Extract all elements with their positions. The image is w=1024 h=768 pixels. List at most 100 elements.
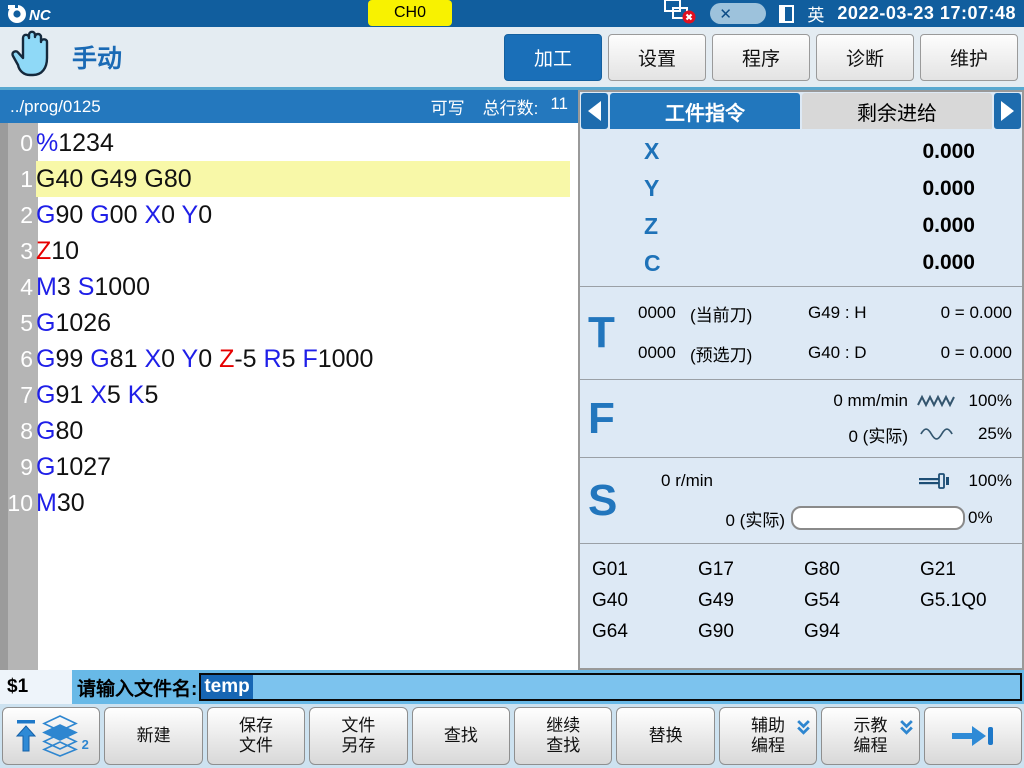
tool-row-preselect: 0000 (预选刀) G40 : D 0 = 0.000 <box>580 341 1022 366</box>
status-panel: 工件指令 剩余进给 X0.000Y0.000Z0.000C0.000 T 000… <box>578 90 1024 670</box>
editor-line[interactable]: 4M3 S1000 <box>0 269 578 305</box>
panel-prev-button[interactable] <box>581 93 608 129</box>
spindle-command-value: 0 r/min <box>580 471 914 491</box>
editor-line[interactable]: 2G90 G00 X0 Y0 <box>0 197 578 233</box>
cnc-hmi-screen: NC CH0 ✕ 英 2022-03-23 17:07:48 <box>0 0 1024 768</box>
top-status-bar: NC CH0 ✕ 英 2022-03-23 17:07:48 <box>0 0 1024 27</box>
manual-mode-hand-icon <box>10 28 58 87</box>
toolbar-nav-button[interactable]: 2 <box>2 707 100 765</box>
editor-line[interactable]: 10M30 <box>0 485 578 521</box>
toolbar-next-button[interactable] <box>924 707 1022 765</box>
line-number: 8 <box>0 418 36 445</box>
toolbar-button-label: 辅助编程 <box>751 716 785 756</box>
network-error-icon <box>663 0 697 29</box>
writable-status: 可写 <box>431 94 465 119</box>
tab-settings[interactable]: 设置 <box>608 34 706 81</box>
line-number: 5 <box>0 310 36 337</box>
line-code: G91 X5 K5 <box>36 377 570 413</box>
system-datetime: 2022-03-23 17:07:48 <box>837 3 1016 24</box>
gcode-cell: G54 <box>804 590 920 612</box>
input-method-toggle[interactable]: ✕ <box>710 3 766 24</box>
mode-header: 手动 加工设置程序诊断维护 <box>0 27 1024 90</box>
editor-line[interactable]: 5G1026 <box>0 305 578 341</box>
tab-maintenance[interactable]: 维护 <box>920 34 1018 81</box>
tab-program[interactable]: 程序 <box>712 34 810 81</box>
line-number: 1 <box>0 166 36 193</box>
toolbar-button-label: 替换 <box>649 726 683 746</box>
editor-line[interactable]: 0%1234 <box>0 125 578 161</box>
system-channel-label: $1 <box>0 676 72 698</box>
length-comp-value: 0 = 0.000 <box>941 303 1022 323</box>
tab-diagnosis[interactable]: 诊断 <box>816 34 914 81</box>
find-button[interactable]: 查找 <box>412 707 510 765</box>
editor-line[interactable]: 3Z10 <box>0 233 578 269</box>
axis-value: 0.000 <box>922 214 1022 238</box>
toolbar-button-label: 新建 <box>137 726 171 746</box>
toolbar-button-label: 保存文件 <box>239 716 273 756</box>
line-number: 2 <box>0 202 36 229</box>
new-file-button[interactable]: 新建 <box>104 707 202 765</box>
command-input-bar: $1 请输入文件名: temp <box>0 670 1024 704</box>
toolbar-button-label: 示教编程 <box>853 716 887 756</box>
gcode-cell: G5.1Q0 <box>920 590 1022 612</box>
editor-line[interactable]: 9G1027 <box>0 449 578 485</box>
arrow-right-bar-icon <box>949 723 997 749</box>
aux-programming-button[interactable]: 辅助编程 <box>719 707 817 765</box>
line-code: M30 <box>36 485 570 521</box>
filename-input[interactable]: temp <box>199 673 1022 701</box>
line-code: Z10 <box>36 233 570 269</box>
tool-letter: T <box>588 311 615 355</box>
line-code: G40 G49 G80 <box>36 161 570 197</box>
save-as-button[interactable]: 文件另存 <box>309 707 407 765</box>
panel-tab-workpiece-command[interactable]: 工件指令 <box>610 93 800 129</box>
tab-machining[interactable]: 加工 <box>504 34 602 81</box>
channel-badge[interactable]: CH0 <box>368 0 452 26</box>
spindle-override: 100% <box>960 471 1022 491</box>
line-code: G80 <box>36 413 570 449</box>
line-code: G90 G00 X0 Y0 <box>36 197 570 233</box>
tool-row-current: 0000 (当前刀) G49 : H 0 = 0.000 <box>580 301 1022 326</box>
line-number: 10 <box>0 490 36 517</box>
filename-input-value: temp <box>201 675 252 699</box>
toolbar-button-label: 文件另存 <box>341 716 375 756</box>
gcode-cell: G90 <box>698 621 804 643</box>
save-file-button[interactable]: 保存文件 <box>207 707 305 765</box>
editor-line[interactable]: 6G99 G81 X0 Y0 Z-5 R5 F1000 <box>0 341 578 377</box>
gcode-cell: G17 <box>698 559 804 581</box>
program-editor: ../prog/0125 可写 总行数: 11 0%12341G40 G49 G… <box>0 90 578 670</box>
gcode-cell: G64 <box>592 621 698 643</box>
line-number: 9 <box>0 454 36 481</box>
gcode-cell: G40 <box>592 590 698 612</box>
editor-line[interactable]: 7G91 X5 K5 <box>0 377 578 413</box>
line-number: 3 <box>0 238 36 265</box>
axis-row-y: Y0.000 <box>580 175 1022 202</box>
current-tool-label: (当前刀) <box>690 301 808 326</box>
rapid-wave-icon <box>914 393 960 409</box>
mode-label: 手动 <box>72 39 122 75</box>
find-next-button[interactable]: 继续查找 <box>514 707 612 765</box>
editor-lines: 0%12341G40 G49 G802G90 G00 X0 Y03Z104M3 … <box>0 125 578 521</box>
feed-actual-value: 0 (实际) <box>580 422 914 447</box>
teach-programming-button[interactable]: 示教编程 <box>821 707 919 765</box>
spindle-letter: S <box>588 479 617 523</box>
feed-wave-icon <box>914 427 960 441</box>
panel-next-button[interactable] <box>994 93 1021 129</box>
replace-button[interactable]: 替换 <box>616 707 714 765</box>
editor-line[interactable]: 1G40 G49 G80 <box>0 161 578 197</box>
line-count-label: 总行数: <box>483 94 539 119</box>
line-number: 0 <box>0 130 36 157</box>
gcode-cell: G21 <box>920 559 1022 581</box>
language-indicator[interactable]: 英 <box>807 1 824 26</box>
editor-line[interactable]: 8G80 <box>0 413 578 449</box>
axis-value: 0.000 <box>922 251 1022 275</box>
preselect-tool-number: 0000 <box>638 343 690 363</box>
line-code: M3 S1000 <box>36 269 570 305</box>
feed-command-value: 0 mm/min <box>580 391 914 411</box>
gcode-cell: G49 <box>698 590 804 612</box>
editor-header: ../prog/0125 可写 总行数: 11 <box>0 90 578 123</box>
line-code: G1026 <box>36 305 570 341</box>
ime-state-icon <box>779 5 794 23</box>
toolbar-button-label: 继续查找 <box>546 716 580 756</box>
close-icon: ✕ <box>719 5 732 23</box>
panel-tab-remaining-feed[interactable]: 剩余进给 <box>802 93 992 129</box>
